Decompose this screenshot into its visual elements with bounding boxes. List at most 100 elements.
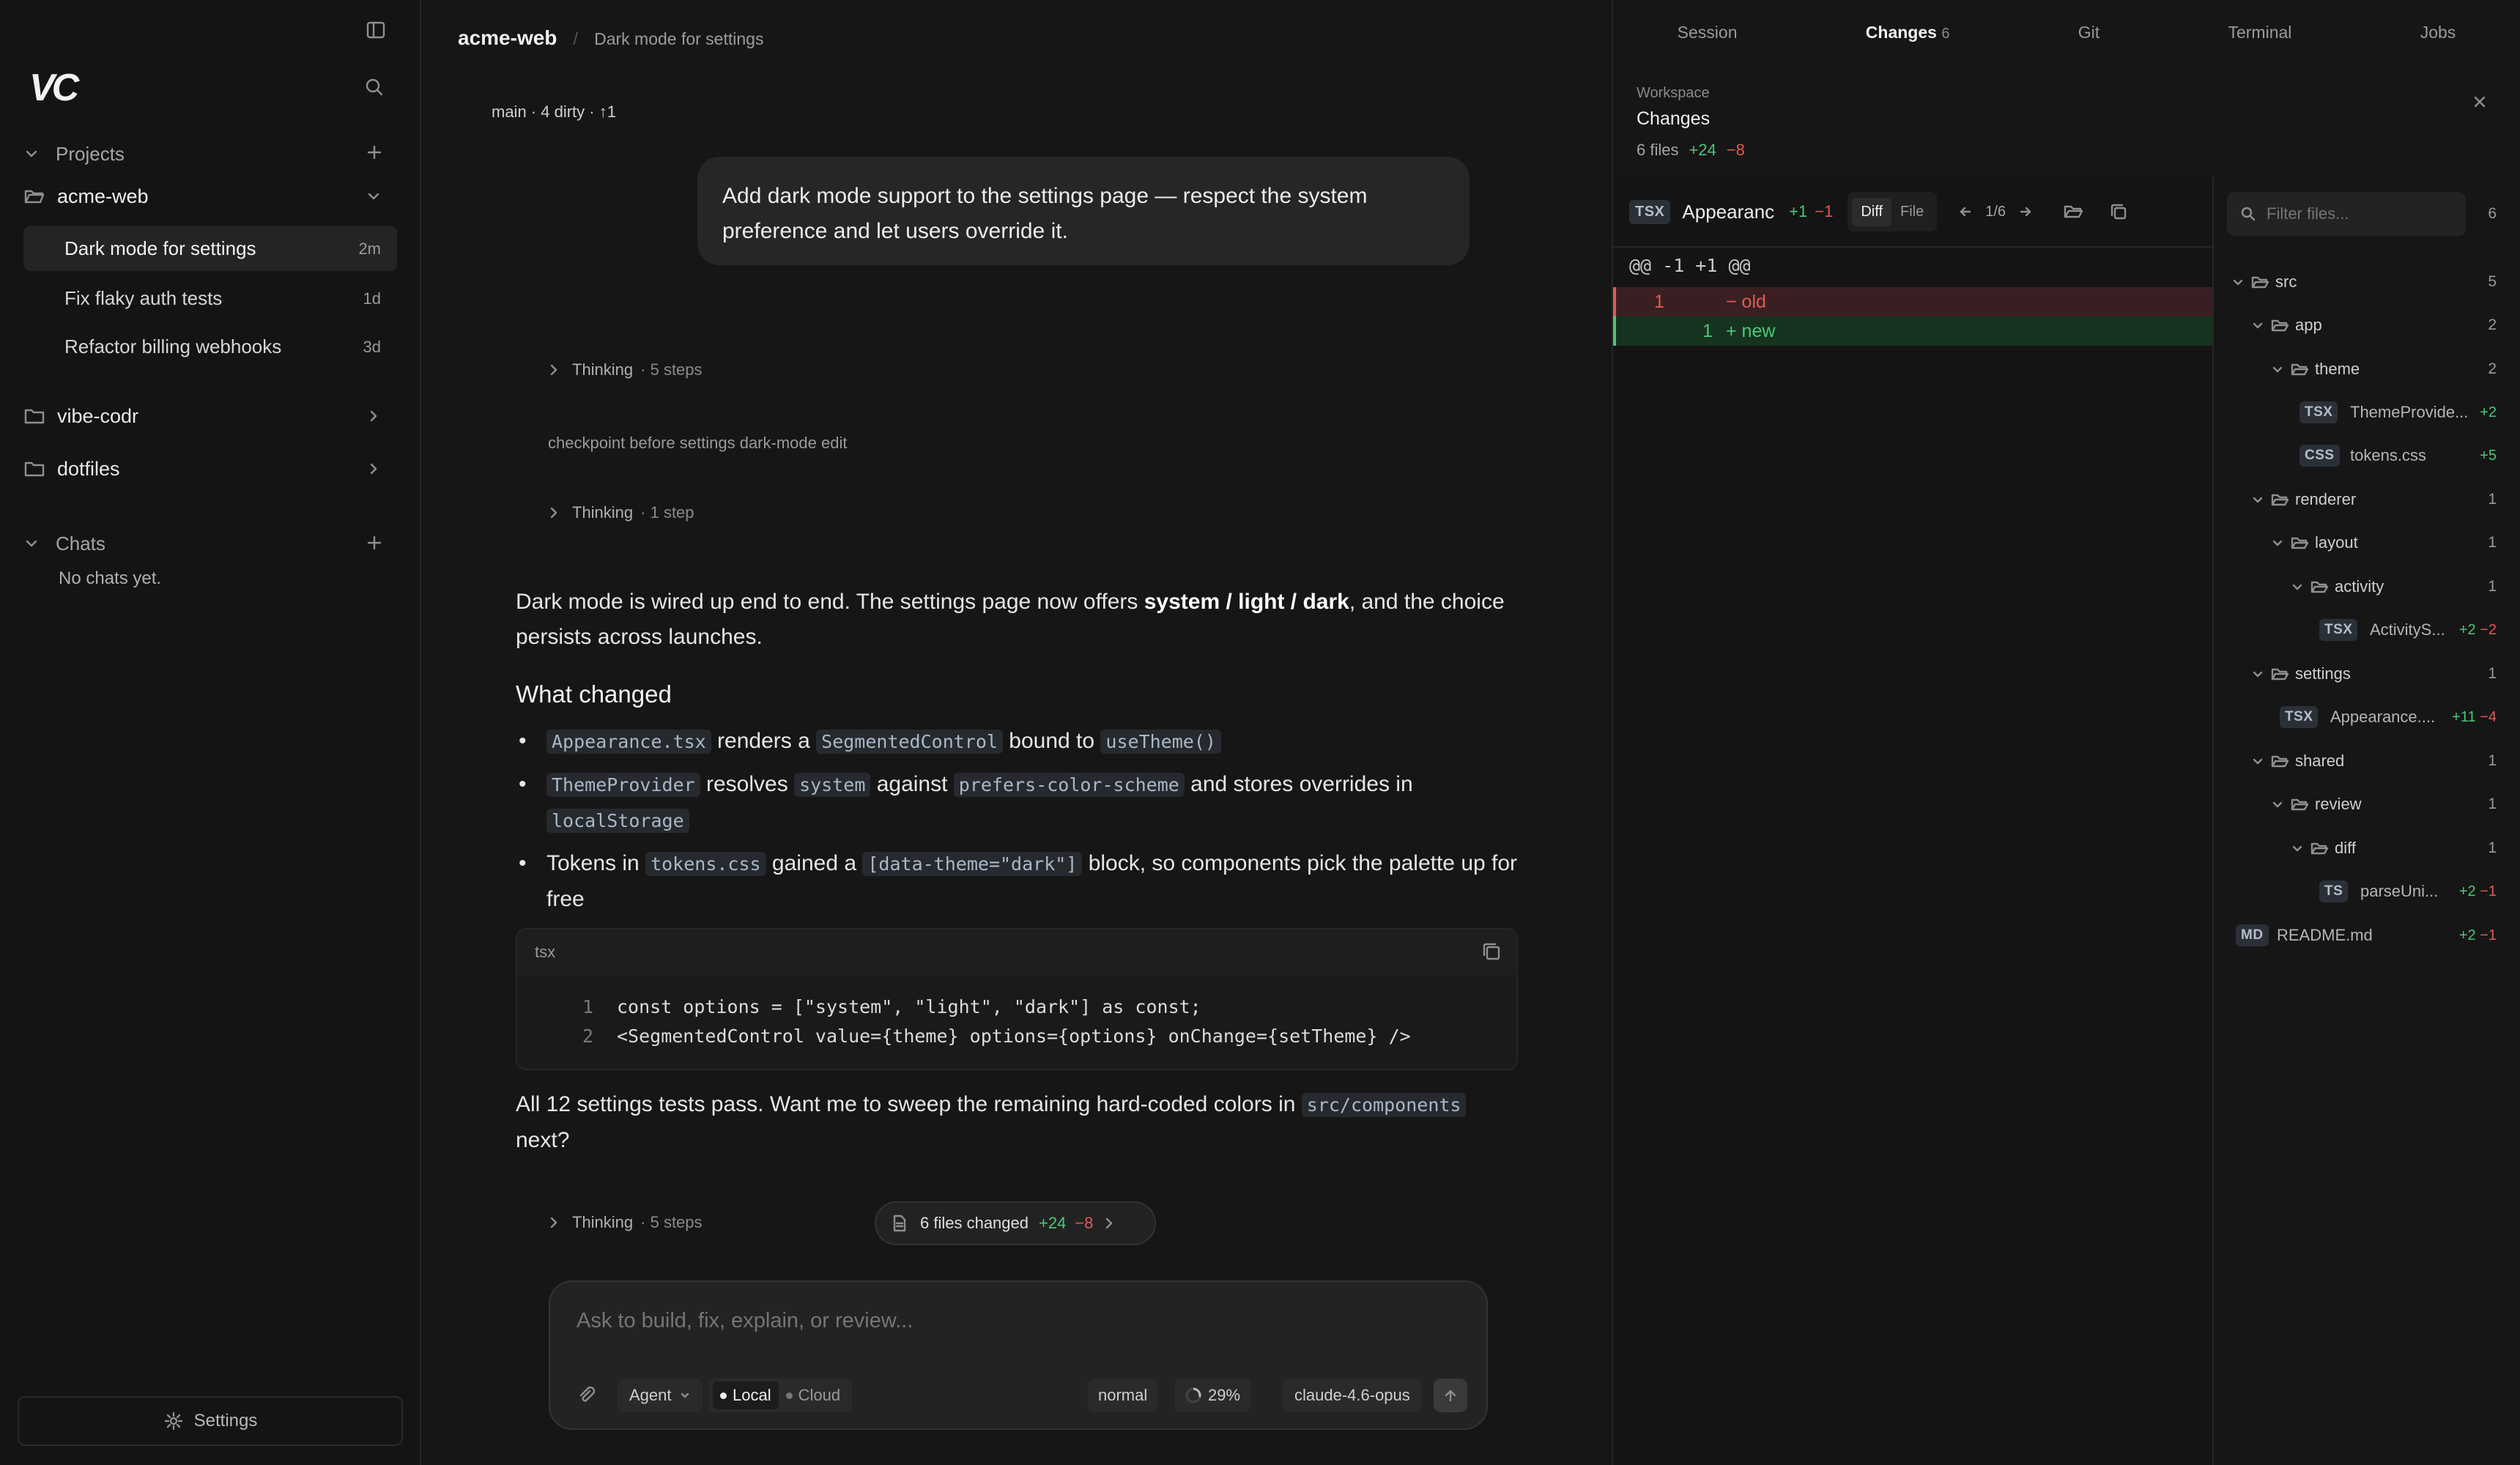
settings-button[interactable]: Settings: [18, 1396, 403, 1446]
tree-file[interactable]: TSX ThemeProvide... +2: [2214, 398, 2520, 427]
inline-code: Appearance.tsx: [546, 730, 711, 754]
files-changed-chip[interactable]: 6 files changed +24 −8: [875, 1201, 1156, 1245]
list-text: renders a: [711, 729, 817, 753]
file-del: −4: [2480, 708, 2497, 725]
model-select[interactable]: claude-4.6-opus: [1283, 1379, 1422, 1412]
agent-select[interactable]: Agent: [618, 1379, 703, 1412]
copy-icon[interactable]: [1480, 940, 1503, 967]
close-icon[interactable]: [2470, 92, 2489, 115]
inline-code: ThemeProvider: [546, 773, 700, 797]
file-name: parseUni...: [2360, 882, 2439, 900]
chats-header[interactable]: Chats: [23, 529, 397, 558]
file-tab[interactable]: File: [1891, 198, 1932, 226]
file-type-badge: TSX: [2319, 619, 2358, 641]
chevron-right-icon[interactable]: [365, 407, 382, 429]
project-dotfiles[interactable]: dotfiles: [23, 454, 397, 483]
add-chat-icon[interactable]: [363, 532, 385, 557]
file-del: −1: [2480, 883, 2497, 900]
inline-code: src/components: [1301, 1093, 1467, 1117]
thinking-label: Thinking: [572, 360, 634, 379]
folder-name: layout: [2315, 533, 2358, 552]
tab-terminal[interactable]: Terminal: [2228, 23, 2291, 42]
tree-file[interactable]: MD README.md +2 −1: [2214, 921, 2520, 950]
task-item[interactable]: Refactor billing webhooks 3d: [23, 324, 397, 369]
project-acme-web[interactable]: acme-web: [23, 182, 397, 211]
toggle-sidebar-icon[interactable]: [365, 19, 387, 45]
copy-icon[interactable]: [2108, 201, 2129, 222]
tree-folder[interactable]: activity 1: [2214, 572, 2520, 601]
thinking-toggle[interactable]: Thinking · 5 steps: [547, 1213, 703, 1232]
tab-count: 6: [1941, 25, 1950, 42]
arrow-up-icon: [1445, 1390, 1456, 1402]
thinking-steps: · 5 steps: [640, 1213, 703, 1231]
file-name: ActivityS...: [2370, 620, 2445, 639]
tree-folder[interactable]: layout 1: [2214, 528, 2520, 557]
arrow-right-icon[interactable]: [2017, 204, 2034, 220]
cloud-option[interactable]: Cloud: [779, 1381, 848, 1409]
task-item[interactable]: Fix flaky auth tests 1d: [23, 275, 397, 321]
tree-file[interactable]: TSX ActivityS... +2 −2: [2214, 615, 2520, 645]
filter-input[interactable]: [2267, 204, 2442, 223]
tree-folder[interactable]: shared 1: [2214, 746, 2520, 776]
tree-file[interactable]: TS parseUni... +2 −1: [2214, 877, 2520, 906]
chevron-down-icon: [2272, 366, 2283, 373]
chevron-right-icon: [1106, 1217, 1113, 1229]
chevron-down-icon[interactable]: [365, 188, 382, 209]
task-age: 1d: [363, 289, 381, 308]
assistant-closing: All 12 settings tests pass. Want me to s…: [516, 1087, 1518, 1158]
tree-folder[interactable]: renderer 1: [2214, 485, 2520, 514]
local-option[interactable]: Local: [713, 1381, 779, 1409]
project-name: vibe-codr: [57, 404, 139, 427]
tab-session[interactable]: Session: [1678, 23, 1738, 42]
diff-viewer: TSX Appearanc +1 −1 Diff File 1/6 @@ -1 …: [1613, 177, 2212, 1465]
code-line: 1 const options = ["system", "light", "da…: [517, 993, 1411, 1022]
prompt-input[interactable]: [577, 1304, 1441, 1338]
reply-bold: system / light / dark: [1144, 590, 1349, 614]
tree-folder[interactable]: diff 1: [2214, 834, 2520, 863]
chevron-right-icon: [550, 507, 557, 519]
location-toggle: Local Cloud: [708, 1379, 853, 1412]
projects-header[interactable]: Projects: [23, 139, 397, 168]
chevron-right-icon[interactable]: [365, 460, 382, 481]
breadcrumb-separator: /: [573, 29, 579, 49]
tree-folder[interactable]: app 2: [2214, 311, 2520, 340]
project-name: acme-web: [57, 185, 149, 207]
diff-header: TSX Appearanc +1 −1 Diff File 1/6: [1613, 177, 2212, 248]
paperclip-icon[interactable]: [575, 1384, 597, 1410]
diff-filename: Appearanc: [1682, 200, 1775, 223]
tree-file[interactable]: TSX Appearance.... +11 −4: [2214, 702, 2520, 732]
tree-folder[interactable]: src 5: [2214, 267, 2520, 297]
thinking-steps: · 1 step: [640, 503, 694, 522]
folder-name: shared: [2295, 752, 2345, 770]
diff-pager: 1/6: [1985, 203, 2006, 220]
tree-file[interactable]: CSS tokens.css +5: [2214, 441, 2520, 470]
tab-git[interactable]: Git: [2078, 23, 2100, 42]
mode-select[interactable]: normal: [1088, 1379, 1158, 1412]
tab-jobs[interactable]: Jobs: [2420, 23, 2456, 42]
search-icon[interactable]: [363, 76, 385, 102]
files-changed-del: −8: [1075, 1214, 1094, 1232]
breadcrumb-project[interactable]: acme-web: [458, 26, 557, 50]
tree-folder[interactable]: settings 1: [2214, 659, 2520, 689]
arrow-left-icon[interactable]: [1957, 204, 1974, 220]
thinking-toggle[interactable]: Thinking · 1 step: [547, 503, 694, 522]
add-project-icon[interactable]: [363, 141, 385, 167]
send-button[interactable]: [1434, 1379, 1467, 1412]
folder-open-icon[interactable]: [2063, 202, 2083, 221]
thinking-toggle[interactable]: Thinking · 5 steps: [547, 360, 703, 379]
chevron-down-icon: [2253, 671, 2263, 678]
diff-tab[interactable]: Diff: [1852, 197, 1891, 226]
inline-code: SegmentedControl: [816, 730, 1003, 754]
tree-folder[interactable]: review 1: [2214, 790, 2520, 819]
inline-code: localStorage: [546, 809, 689, 833]
file-type-badge: MD: [2236, 924, 2269, 946]
code-lines: 1 const options = ["system", "light", "da…: [517, 993, 1411, 1051]
tab-changes[interactable]: Changes 6: [1866, 23, 1950, 42]
reply-text: Dark mode is wired up end to end. The se…: [516, 590, 1144, 614]
context-usage[interactable]: 29%: [1174, 1379, 1251, 1412]
tree-folder[interactable]: theme 2: [2214, 355, 2520, 384]
diff-add: +1: [1789, 202, 1808, 220]
project-vibe-codr[interactable]: vibe-codr: [23, 401, 397, 431]
task-item-active[interactable]: Dark mode for settings 2m: [23, 226, 397, 271]
diff-line-removed: 1 − old: [1613, 287, 2212, 316]
